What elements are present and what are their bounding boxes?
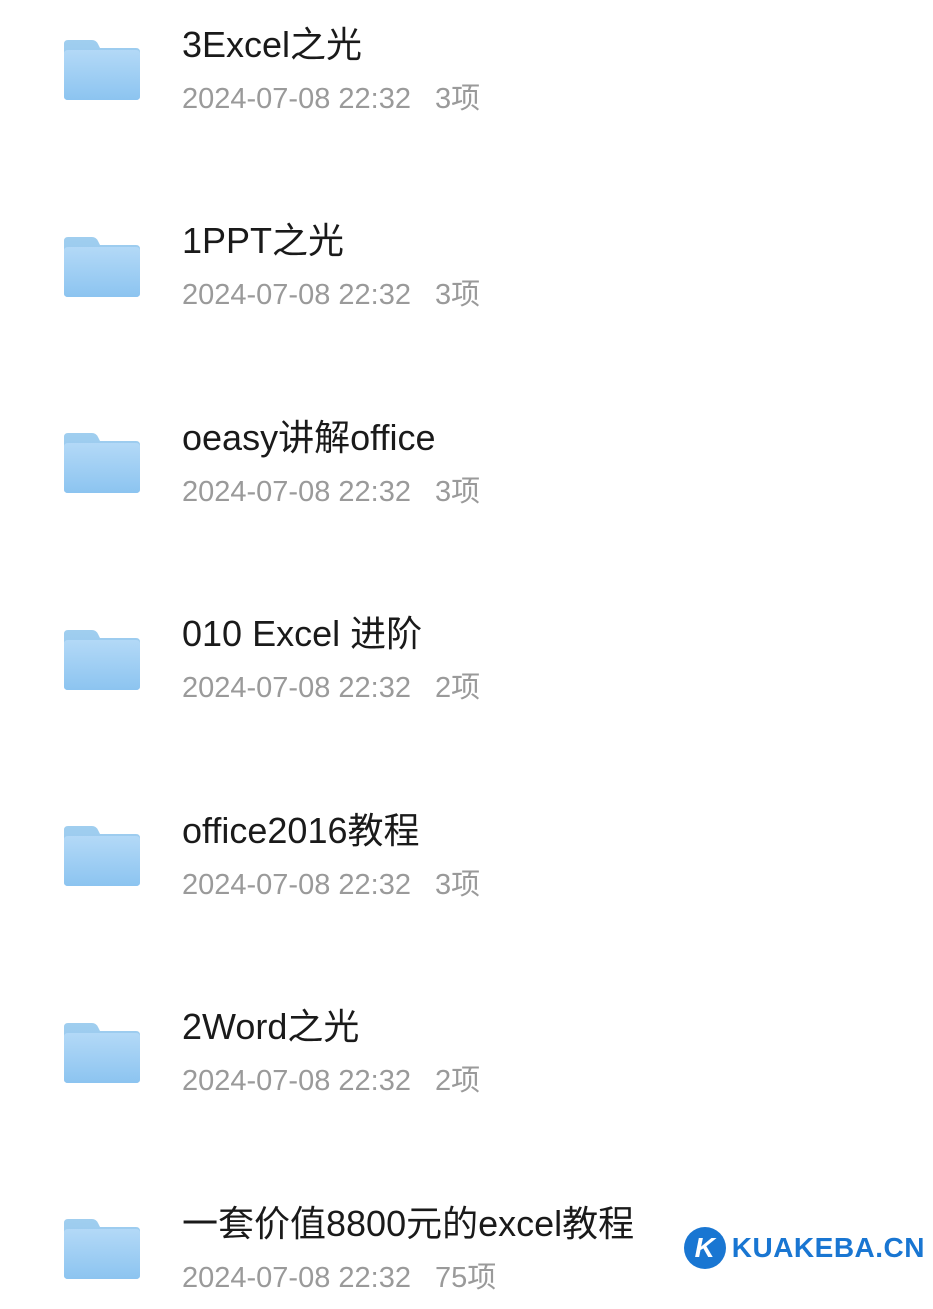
folder-count: 2项: [435, 1063, 480, 1101]
folder-icon: [60, 822, 144, 890]
folder-item[interactable]: 010 Excel 进阶 2024-07-08 22:32 2项: [0, 599, 933, 719]
file-list: 3Excel之光 2024-07-08 22:32 3项 1PPT之光 2024…: [0, 0, 933, 1309]
folder-info: 2Word之光 2024-07-08 22:32 2项: [182, 1004, 480, 1100]
folder-count: 3项: [435, 277, 480, 315]
folder-date: 2024-07-08 22:32: [182, 81, 411, 119]
folder-date: 2024-07-08 22:32: [182, 1063, 411, 1101]
folder-date: 2024-07-08 22:32: [182, 277, 411, 315]
folder-item[interactable]: oeasy讲解office 2024-07-08 22:32 3项: [0, 403, 933, 523]
folder-icon: [60, 626, 144, 694]
folder-name: 2Word之光: [182, 1004, 480, 1051]
folder-meta: 2024-07-08 22:32 3项: [182, 81, 480, 119]
folder-item[interactable]: 2Word之光 2024-07-08 22:32 2项: [0, 992, 933, 1112]
watermark-text: KUAKEBA.CN: [732, 1232, 925, 1264]
watermark: K KUAKEBA.CN: [684, 1227, 925, 1269]
folder-item[interactable]: office2016教程 2024-07-08 22:32 3项: [0, 796, 933, 916]
folder-name: 一套价值8800元的excel教程: [182, 1201, 634, 1248]
folder-meta: 2024-07-08 22:32 3项: [182, 474, 480, 512]
watermark-logo-icon: K: [684, 1227, 726, 1269]
folder-icon: [60, 1019, 144, 1087]
folder-meta: 2024-07-08 22:32 3项: [182, 867, 480, 905]
folder-icon: [60, 429, 144, 497]
folder-item[interactable]: 1PPT之光 2024-07-08 22:32 3项: [0, 206, 933, 326]
folder-item[interactable]: 3Excel之光 2024-07-08 22:32 3项: [0, 10, 933, 130]
watermark-logo-letter: K: [695, 1232, 715, 1264]
folder-name: 1PPT之光: [182, 218, 480, 265]
folder-meta: 2024-07-08 22:32 2项: [182, 1063, 480, 1101]
folder-info: 010 Excel 进阶 2024-07-08 22:32 2项: [182, 611, 480, 707]
folder-count: 2项: [435, 670, 480, 708]
folder-info: 3Excel之光 2024-07-08 22:32 3项: [182, 22, 480, 118]
folder-count: 3项: [435, 81, 480, 119]
folder-meta: 2024-07-08 22:32 2项: [182, 670, 480, 708]
folder-info: 一套价值8800元的excel教程 2024-07-08 22:32 75项: [182, 1201, 634, 1297]
folder-name: 010 Excel 进阶: [182, 611, 480, 658]
folder-date: 2024-07-08 22:32: [182, 1260, 411, 1298]
folder-name: oeasy讲解office: [182, 415, 480, 462]
folder-icon: [60, 36, 144, 104]
folder-date: 2024-07-08 22:32: [182, 474, 411, 512]
folder-info: 1PPT之光 2024-07-08 22:32 3项: [182, 218, 480, 314]
folder-meta: 2024-07-08 22:32 3项: [182, 277, 480, 315]
folder-name: office2016教程: [182, 808, 480, 855]
folder-date: 2024-07-08 22:32: [182, 670, 411, 708]
folder-icon: [60, 233, 144, 301]
folder-info: office2016教程 2024-07-08 22:32 3项: [182, 808, 480, 904]
folder-count: 75项: [435, 1260, 496, 1298]
folder-name: 3Excel之光: [182, 22, 480, 69]
folder-icon: [60, 1215, 144, 1283]
folder-count: 3项: [435, 474, 480, 512]
folder-count: 3项: [435, 867, 480, 905]
folder-date: 2024-07-08 22:32: [182, 867, 411, 905]
folder-info: oeasy讲解office 2024-07-08 22:32 3项: [182, 415, 480, 511]
folder-meta: 2024-07-08 22:32 75项: [182, 1260, 634, 1298]
